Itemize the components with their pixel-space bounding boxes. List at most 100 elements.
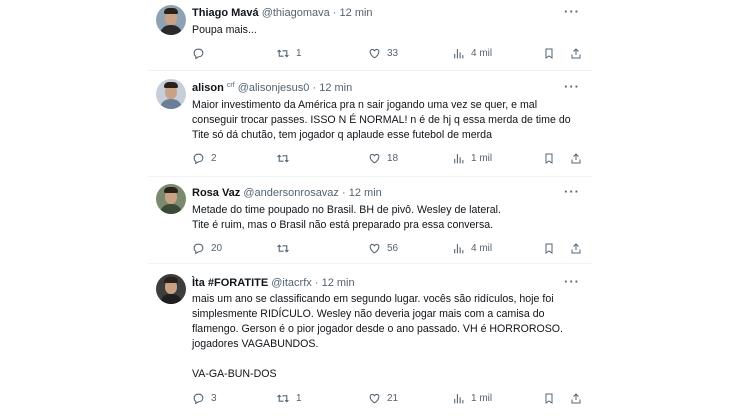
- retweet-button[interactable]: 1: [276, 47, 302, 60]
- author-name[interactable]: Ìta #FORATITE: [192, 277, 268, 289]
- bookmark-icon: [545, 393, 553, 404]
- tweet-text-line: Tite só dá chutão, tem jogador q aplaude…: [192, 129, 492, 141]
- more-icon[interactable]: ···: [564, 79, 580, 94]
- tweet[interactable]: alison crf @alisonjesus0 · 12 min ··· Ma…: [148, 71, 592, 177]
- views-button[interactable]: 4 mil: [452, 47, 492, 60]
- avatar[interactable]: [156, 5, 186, 35]
- separator-dot: ·: [312, 82, 317, 94]
- views-count: 1 mil: [471, 393, 493, 404]
- like-count: 56: [387, 243, 399, 254]
- author-name[interactable]: Thiago Mavá: [192, 7, 259, 19]
- retweet-button[interactable]: [276, 152, 296, 165]
- timestamp[interactable]: 12 min: [349, 187, 382, 199]
- share-icon: [571, 48, 581, 59]
- like-icon: [369, 153, 380, 164]
- views-button[interactable]: 1 mil: [452, 152, 492, 165]
- author-handle[interactable]: @andersonrosavaz: [243, 187, 339, 199]
- reply-icon: [193, 243, 204, 255]
- tweet-header: Thiago Mavá @thiagomava · 12 min: [192, 7, 373, 19]
- tweet-text: mais um ano se classificando em segundo …: [192, 292, 584, 382]
- tweet-text-line: conseguir trocar passes. ISSO N É NORMAL…: [192, 114, 571, 126]
- reply-button[interactable]: 2: [192, 152, 217, 165]
- retweet-count: 1: [296, 393, 302, 404]
- share-button[interactable]: [570, 392, 582, 405]
- reply-button[interactable]: 20: [192, 242, 222, 255]
- views-button[interactable]: 1 mil: [452, 392, 492, 405]
- views-count: 1 mil: [471, 153, 493, 164]
- share-button[interactable]: [570, 242, 582, 255]
- tweet-text-line: Poupa mais...: [192, 24, 257, 36]
- bookmark-button[interactable]: [543, 47, 555, 60]
- tweet-text-line: flamengo. Gerson é o pior jogador desde …: [192, 323, 563, 335]
- bookmark-button[interactable]: [543, 392, 555, 405]
- like-button[interactable]: 33: [368, 47, 398, 60]
- tweet-text-line: mais um ano se classificando em segundo …: [192, 293, 554, 305]
- views-icon: [454, 244, 464, 254]
- tweet-header: Rosa Vaz @andersonrosavaz · 12 min: [192, 187, 382, 199]
- reply-button[interactable]: [192, 47, 211, 60]
- avatar[interactable]: [156, 274, 186, 304]
- author-handle[interactable]: @itacrfx: [271, 277, 312, 289]
- tweet-text: Maior investimento da América pra n sair…: [192, 98, 584, 143]
- views-icon: [454, 154, 464, 164]
- share-icon: [571, 153, 581, 164]
- reply-icon: [193, 48, 204, 60]
- tweet-text-line: Tite é ruim, mas o Brasil não está prepa…: [192, 219, 494, 231]
- more-icon[interactable]: ···: [564, 274, 580, 289]
- share-button[interactable]: [570, 152, 582, 165]
- like-count: 21: [387, 393, 399, 404]
- bookmark-icon: [545, 48, 553, 59]
- views-icon: [454, 394, 464, 404]
- tweet[interactable]: Ìta #FORATITE @itacrfx · 12 min ··· mais…: [148, 264, 592, 416]
- like-button[interactable]: 21: [368, 392, 398, 405]
- more-icon[interactable]: ···: [564, 184, 580, 199]
- reply-icon: [193, 153, 204, 165]
- timestamp[interactable]: 12 min: [340, 7, 373, 19]
- tweet-actions: 2 18 1 mil: [192, 152, 588, 166]
- retweet-button[interactable]: [276, 242, 296, 255]
- share-button[interactable]: [570, 47, 582, 60]
- views-button[interactable]: 4 mil: [452, 242, 492, 255]
- reply-button[interactable]: 3: [192, 392, 217, 405]
- retweet-button[interactable]: 1: [276, 392, 302, 405]
- bookmark-icon: [545, 243, 553, 254]
- tweet-text: Metade do time poupado no Brasil. BH de …: [192, 203, 584, 233]
- author-handle[interactable]: @alisonjesus0: [238, 82, 310, 94]
- like-count: 18: [387, 153, 399, 164]
- author-name[interactable]: alison: [192, 82, 224, 94]
- bookmark-icon: [545, 153, 553, 164]
- bookmark-button[interactable]: [543, 242, 555, 255]
- retweet-icon: [277, 49, 289, 58]
- author-name[interactable]: Rosa Vaz: [192, 187, 240, 199]
- like-icon: [369, 243, 380, 254]
- bookmark-button[interactable]: [543, 152, 555, 165]
- reply-icon: [193, 393, 204, 405]
- like-icon: [369, 48, 380, 59]
- avatar[interactable]: [156, 79, 186, 109]
- reply-count: 2: [211, 153, 217, 164]
- avatar[interactable]: [156, 184, 186, 214]
- like-count: 33: [387, 48, 399, 59]
- tweet-header: Ìta #FORATITE @itacrfx · 12 min: [192, 277, 355, 289]
- views-count: 4 mil: [471, 243, 493, 254]
- like-button[interactable]: 56: [368, 242, 398, 255]
- tweet[interactable]: Thiago Mavá @thiagomava · 12 min ··· Pou…: [148, 0, 592, 71]
- reply-count: 3: [211, 393, 217, 404]
- share-icon: [571, 393, 581, 404]
- author-handle[interactable]: @thiagomava: [262, 7, 330, 19]
- tweet-text-line: VA-GA-BUN-DOS: [192, 368, 277, 380]
- tweet-text-line: Maior investimento da América pra n sair…: [192, 99, 538, 111]
- more-icon[interactable]: ···: [564, 4, 580, 19]
- timestamp[interactable]: 12 min: [319, 82, 352, 94]
- retweet-icon: [277, 394, 289, 403]
- tweet-text-line: [192, 352, 584, 367]
- tweet-actions: 3 1 21 1 mil: [192, 392, 588, 406]
- tweet[interactable]: Rosa Vaz @andersonrosavaz · 12 min ··· M…: [148, 177, 592, 264]
- separator-dot: ·: [314, 277, 319, 289]
- separator-dot: ·: [332, 7, 337, 19]
- retweet-count: 1: [296, 48, 302, 59]
- separator-dot: ·: [342, 187, 346, 199]
- timestamp[interactable]: 12 min: [322, 277, 355, 289]
- like-button[interactable]: 18: [368, 152, 398, 165]
- share-icon: [571, 243, 581, 254]
